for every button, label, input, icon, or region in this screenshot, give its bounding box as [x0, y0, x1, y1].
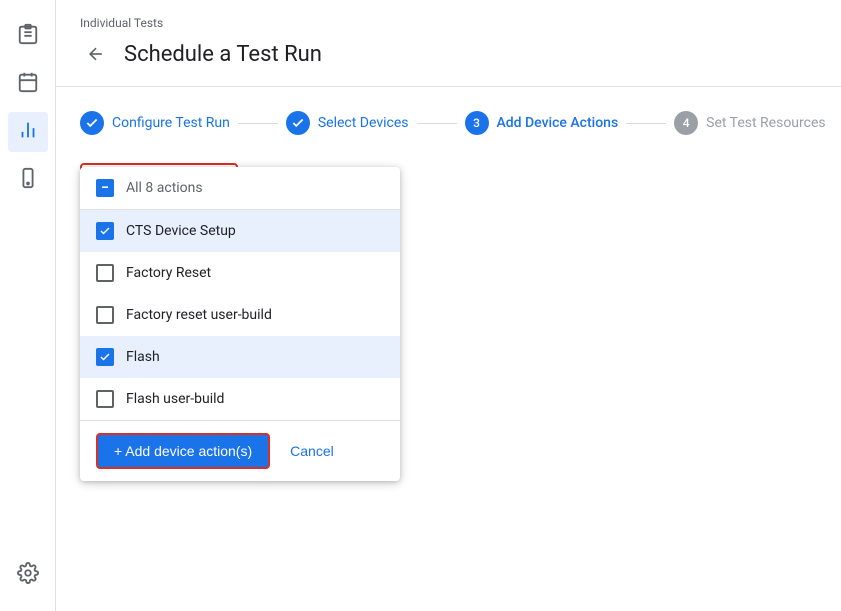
checkbox-unchecked-icon-factory-reset-user — [96, 306, 114, 324]
checkbox-unchecked-icon-flash-user — [96, 390, 114, 408]
step-connector-2 — [417, 123, 457, 124]
checkbox-checked-icon-flash — [96, 348, 114, 366]
step-circle-set-test-resources: 4 — [674, 111, 698, 135]
step-select-devices: Select Devices — [286, 111, 409, 135]
dropdown-item-label-flash: Flash — [126, 349, 160, 365]
stepper: Configure Test Run Select Devices 3 Add … — [80, 111, 817, 135]
checkbox-cts-device-setup[interactable] — [96, 222, 114, 240]
step-circle-select-devices — [286, 111, 310, 135]
checkbox-unchecked-icon-factory-reset — [96, 264, 114, 282]
checkbox-flash-user-build[interactable] — [96, 390, 114, 408]
phone-icon — [17, 167, 39, 194]
settings-icon — [17, 562, 39, 589]
dropdown-item-label-flash-user-build: Flash user-build — [126, 391, 224, 407]
checkbox-factory-reset-user-build[interactable] — [96, 306, 114, 324]
sidebar — [0, 0, 56, 611]
clipboard-icon — [17, 23, 39, 50]
checkbox-indeterminate-icon: − — [96, 179, 114, 197]
dropdown-item-label-all: All 8 actions — [126, 180, 203, 196]
step-circle-configure — [80, 111, 104, 135]
sidebar-item-phone[interactable] — [8, 160, 48, 200]
dropdown-item-label-factory-reset-user-build: Factory reset user-build — [126, 307, 272, 323]
checkbox-checked-icon-cts — [96, 222, 114, 240]
dropdown-item-flash[interactable]: Flash — [80, 336, 400, 378]
sidebar-item-chart[interactable] — [8, 112, 48, 152]
page-title: Schedule a Test Run — [124, 42, 322, 67]
step-circle-add-device-actions: 3 — [465, 111, 489, 135]
header: Individual Tests Schedule a Test Run — [56, 0, 841, 87]
dropdown-item-factory-reset-user-build[interactable]: Factory reset user-build — [80, 294, 400, 336]
dropdown-item-factory-reset[interactable]: Factory Reset — [80, 252, 400, 294]
sidebar-item-clipboard[interactable] — [8, 16, 48, 56]
chart-icon — [17, 119, 39, 146]
step-label-configure: Configure Test Run — [112, 115, 230, 131]
dropdown-item-label-cts: CTS Device Setup — [126, 223, 236, 239]
step-number-3: 3 — [473, 116, 480, 130]
dropdown-footer: + Add device action(s) Cancel — [80, 420, 400, 481]
calendar-icon — [17, 71, 39, 98]
step-connector-3 — [626, 123, 666, 124]
step-configure: Configure Test Run — [80, 111, 230, 135]
step-label-select-devices: Select Devices — [318, 115, 409, 131]
step-connector-1 — [238, 123, 278, 124]
step-label-set-test-resources: Set Test Resources — [706, 115, 825, 131]
main-content: Individual Tests Schedule a Test Run — [56, 0, 841, 611]
back-button[interactable] — [80, 38, 112, 70]
dropdown-item-cts-device-setup[interactable]: CTS Device Setup — [80, 210, 400, 252]
step-number-4: 4 — [683, 116, 690, 130]
sidebar-item-calendar[interactable] — [8, 64, 48, 104]
step-label-add-device-actions: Add Device Actions — [497, 115, 619, 131]
step-add-device-actions: 3 Add Device Actions — [465, 111, 619, 135]
checkbox-factory-reset[interactable] — [96, 264, 114, 282]
confirm-add-actions-button[interactable]: + Add device action(s) — [96, 433, 270, 469]
dropdown-item-all[interactable]: − All 8 actions — [80, 167, 400, 210]
dropdown-item-flash-user-build[interactable]: Flash user-build — [80, 378, 400, 420]
checkbox-flash[interactable] — [96, 348, 114, 366]
dropdown-list: − All 8 actions CTS Device Setup — [80, 167, 400, 420]
dropdown-item-label-factory-reset: Factory Reset — [126, 265, 211, 281]
checkbox-all[interactable]: − — [96, 179, 114, 197]
content-area: Configure Test Run Select Devices 3 Add … — [56, 87, 841, 611]
cancel-button[interactable]: Cancel — [282, 435, 342, 467]
step-set-test-resources: 4 Set Test Resources — [674, 111, 825, 135]
sidebar-item-settings[interactable] — [8, 555, 48, 595]
dropdown-panel: − All 8 actions CTS Device Setup — [80, 167, 400, 481]
breadcrumb: Individual Tests — [80, 16, 817, 30]
